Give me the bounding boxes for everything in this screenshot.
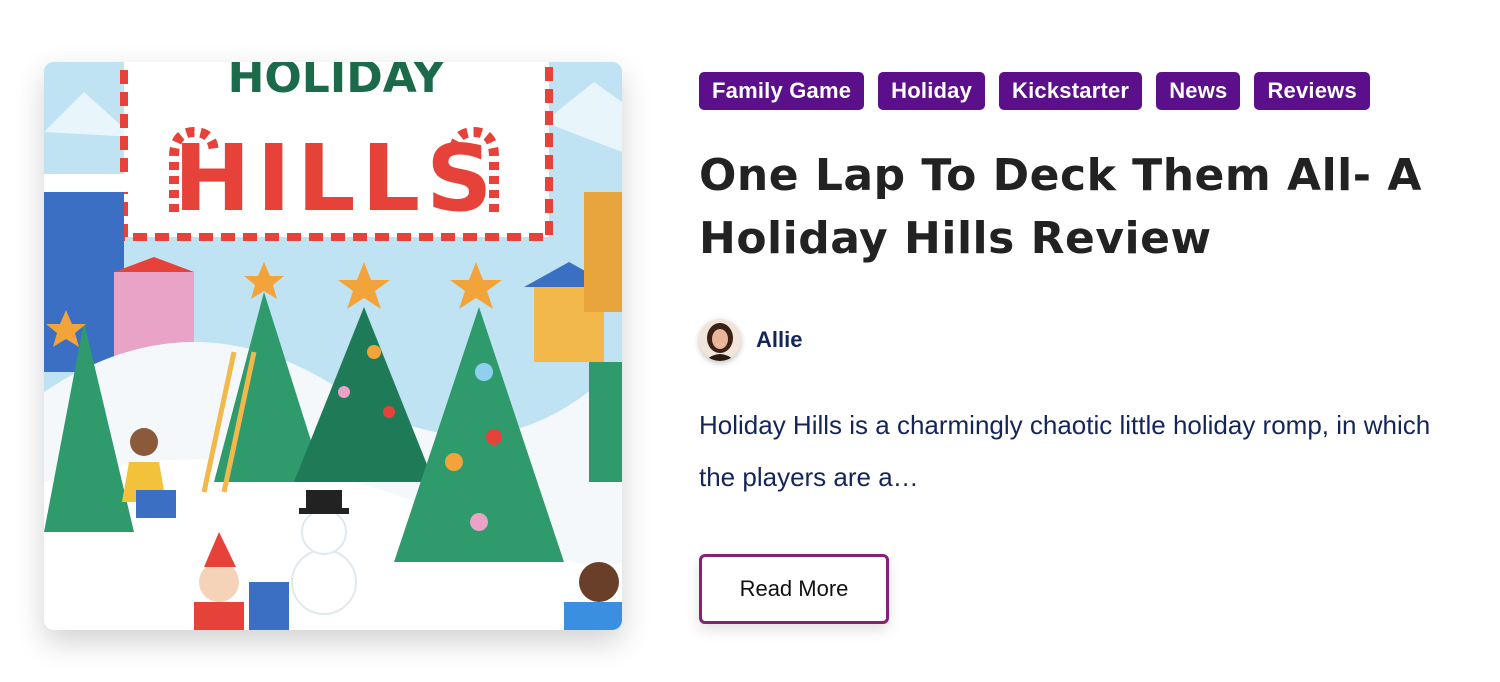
tag-news[interactable]: News: [1156, 72, 1241, 110]
sign-main-text: HILLS: [174, 125, 499, 232]
avatar[interactable]: [699, 319, 741, 361]
author-byline: Allie: [699, 318, 1459, 362]
tag-family-game[interactable]: Family Game: [699, 72, 865, 110]
author-name[interactable]: Allie: [756, 327, 802, 353]
post-content: Family Game Holiday Kickstarter News Rev…: [699, 72, 1459, 624]
post-excerpt: Holiday Hills is a charmingly chaotic li…: [699, 410, 1431, 492]
post-title[interactable]: One Lap To Deck Them All- A Holiday Hill…: [699, 144, 1459, 270]
tag-holiday[interactable]: Holiday: [878, 72, 986, 110]
tag-kickstarter[interactable]: Kickstarter: [999, 72, 1143, 110]
read-more-button[interactable]: Read More: [699, 554, 889, 624]
sign-top-text: HOLIDAY: [228, 62, 446, 103]
post-featured-image[interactable]: HOLIDAY HILLS: [44, 62, 622, 630]
tag-reviews[interactable]: Reviews: [1254, 72, 1370, 110]
tag-list: Family Game Holiday Kickstarter News Rev…: [699, 72, 1459, 110]
